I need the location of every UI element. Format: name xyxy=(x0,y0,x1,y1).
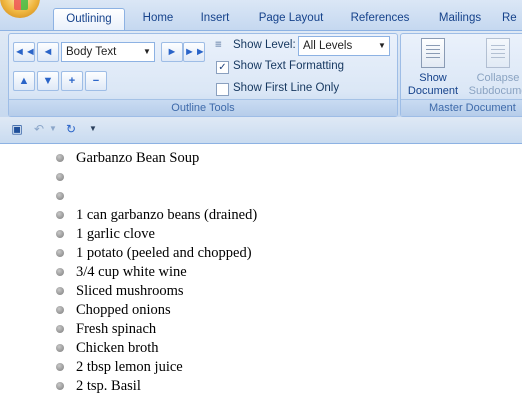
bullet-icon xyxy=(56,363,64,371)
right-arrow-icon: ► xyxy=(166,46,178,58)
chevron-down-icon: ▼ xyxy=(378,41,386,50)
bullet-icon xyxy=(56,211,64,219)
tab-mailings[interactable]: Mailings xyxy=(430,8,490,29)
bullet-icon xyxy=(56,287,64,295)
outline-tools-label: Outline Tools xyxy=(9,99,397,116)
show-first-line-only-checkbox[interactable] xyxy=(216,83,229,96)
bullet-icon xyxy=(56,344,64,352)
tab-outlining[interactable]: Outlining xyxy=(53,8,125,31)
move-down-button[interactable]: ▼ xyxy=(37,71,59,91)
bullet-icon xyxy=(56,268,64,276)
ribbon-tab-strip: Outlining Home Insert Page Layout Refere… xyxy=(0,0,522,31)
undo-icon[interactable]: ↶ xyxy=(32,122,46,136)
tab-references[interactable]: References xyxy=(345,8,415,29)
ribbon: ◄◄ ◄ Body Text ▼ ► ►► ▲ ▼ + − ≡ Show Lev… xyxy=(0,30,522,156)
save-icon[interactable]: ▣ xyxy=(10,122,24,136)
document-area[interactable]: Garbanzo Bean Soup 1 can garbanzo beans … xyxy=(0,144,522,394)
show-text-formatting-checkbox[interactable]: ✓ xyxy=(216,61,229,74)
move-up-button[interactable]: ▲ xyxy=(13,71,35,91)
collapse-subdocuments-icon xyxy=(486,38,510,68)
bullet-icon xyxy=(56,325,64,333)
tab-page-layout[interactable]: Page Layout xyxy=(250,8,332,29)
outline-level-combo[interactable]: Body Text ▼ xyxy=(61,42,155,62)
show-level-value: All Levels xyxy=(303,40,353,52)
show-level-icon: ≡ xyxy=(215,39,222,51)
customize-toolbar-icon[interactable]: ▼ xyxy=(86,122,100,136)
down-arrow-icon: ▼ xyxy=(42,75,54,87)
redo-icon[interactable]: ↻ xyxy=(64,122,78,136)
outline-tools-group: ◄◄ ◄ Body Text ▼ ► ►► ▲ ▼ + − ≡ Show Lev… xyxy=(8,33,398,117)
promote-button[interactable]: ◄ xyxy=(37,42,59,62)
collapse-subdocuments-button[interactable]: Collapse Subdocume xyxy=(465,38,522,98)
undo-dropdown-icon[interactable]: ▼ xyxy=(46,122,60,136)
show-level-label: Show Level: xyxy=(233,39,296,51)
show-level-combo[interactable]: All Levels ▼ xyxy=(298,36,390,56)
office-logo-icon xyxy=(14,0,28,10)
bullet-icon xyxy=(56,173,64,181)
master-document-group: Show Document Collapse Subdocume Master … xyxy=(400,33,522,117)
double-right-arrow-icon: ►► xyxy=(184,46,206,58)
show-document-label-1: Show xyxy=(419,72,447,84)
chevron-down-icon: ▼ xyxy=(143,47,151,56)
minus-icon: − xyxy=(92,75,100,87)
outline-level-value: Body Text xyxy=(66,46,117,58)
bullet-icon xyxy=(56,306,64,314)
collapse-button[interactable]: − xyxy=(85,71,107,91)
demote-to-body-button[interactable]: ►► xyxy=(183,42,206,62)
expand-button[interactable]: + xyxy=(61,71,83,91)
tab-insert[interactable]: Insert xyxy=(193,8,237,29)
up-arrow-icon: ▲ xyxy=(18,75,30,87)
bullet-icon xyxy=(56,249,64,257)
demote-button[interactable]: ► xyxy=(161,42,183,62)
bullet-icon xyxy=(56,382,64,390)
master-document-label: Master Document xyxy=(401,99,522,116)
left-arrow-icon: ◄ xyxy=(42,46,54,58)
show-first-line-only-label: Show First Line Only xyxy=(233,82,340,94)
tab-home[interactable]: Home xyxy=(135,8,181,29)
collapse-label-1: Collapse xyxy=(476,72,520,84)
promote-to-heading-button[interactable]: ◄◄ xyxy=(13,42,36,62)
show-text-formatting-label: Show Text Formatting xyxy=(233,60,345,72)
double-left-arrow-icon: ◄◄ xyxy=(14,46,36,58)
collapse-label-2: Subdocume xyxy=(468,85,522,97)
document-icon xyxy=(421,38,445,68)
bullet-icon xyxy=(56,230,64,238)
plus-icon: + xyxy=(68,75,76,87)
tab-review[interactable]: Re xyxy=(502,8,522,29)
office-button[interactable] xyxy=(0,0,40,18)
bullet-icon xyxy=(56,192,64,200)
show-document-button[interactable]: Show Document xyxy=(403,38,463,98)
show-document-label-2: Document xyxy=(407,85,459,97)
quick-access-toolbar: ▣ ↶ ▼ ↻ ▼ xyxy=(0,117,522,144)
bullet-icon xyxy=(56,154,64,162)
